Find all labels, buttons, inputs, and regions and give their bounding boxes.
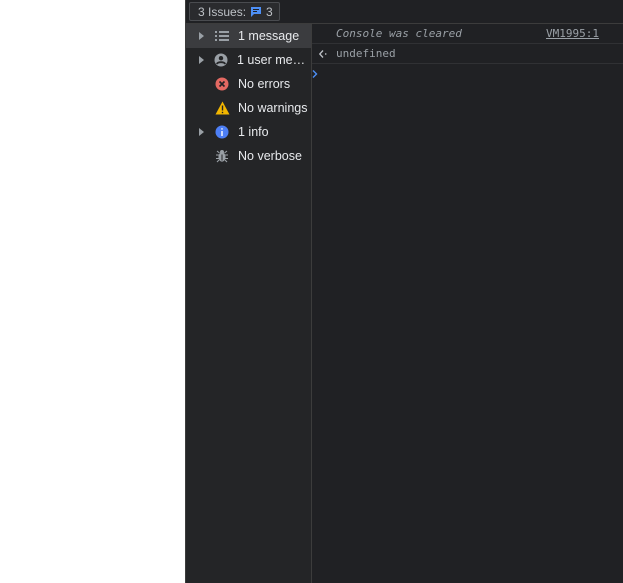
sidebar-item-label: No verbose: [238, 149, 302, 163]
sidebar-item-warnings[interactable]: No warnings: [186, 96, 311, 120]
list-icon: [214, 28, 230, 44]
info-icon: [214, 124, 230, 140]
console-output: Console was cleared VM1995:1 undefined: [312, 24, 623, 583]
expand-triangle-icon[interactable]: [198, 127, 208, 137]
source-link[interactable]: VM1995:1: [546, 27, 599, 40]
sidebar-item-label: No warnings: [238, 101, 308, 115]
error-icon: [214, 76, 230, 92]
sidebar-item-errors[interactable]: No errors: [186, 72, 311, 96]
sidebar-item-label: 1 info: [238, 125, 269, 139]
issues-count: 3: [266, 4, 273, 19]
sidebar-item-label: 1 user mess…: [237, 53, 311, 67]
sidebar-item-messages[interactable]: 1 message: [186, 24, 311, 48]
warning-icon: [214, 100, 230, 116]
console-sidebar: 1 message 1 user mess… No errors No warn…: [186, 24, 312, 583]
console-cleared-row: Console was cleared VM1995:1: [312, 24, 623, 44]
sidebar-item-verbose[interactable]: No verbose: [186, 144, 311, 168]
user-icon: [214, 52, 229, 68]
sidebar-item-info[interactable]: 1 info: [186, 120, 311, 144]
console-prompt[interactable]: [312, 64, 623, 84]
chat-bubble-icon: [250, 6, 262, 18]
result-arrow-icon: [312, 49, 336, 58]
console-cleared-message: Console was cleared: [336, 27, 462, 40]
sidebar-item-user-messages[interactable]: 1 user mess…: [186, 48, 311, 72]
issues-label: 3 Issues:: [198, 4, 247, 19]
expand-triangle-icon[interactable]: [198, 55, 208, 65]
sidebar-item-label: No errors: [238, 77, 291, 91]
console-toolbar: 3 Issues: 3: [186, 0, 623, 24]
issues-button[interactable]: 3 Issues: 3: [189, 2, 280, 21]
sidebar-item-label: 1 message: [238, 29, 300, 43]
console-input[interactable]: [318, 65, 623, 83]
bug-icon: [214, 148, 230, 164]
console-result-row: undefined: [312, 44, 623, 64]
console-result-value: undefined: [336, 47, 396, 60]
devtools-console-panel: 3 Issues: 3 1 message 1 user mess… No er…: [185, 0, 623, 583]
page-blank-area: [0, 0, 185, 583]
expand-triangle-icon[interactable]: [198, 31, 208, 41]
